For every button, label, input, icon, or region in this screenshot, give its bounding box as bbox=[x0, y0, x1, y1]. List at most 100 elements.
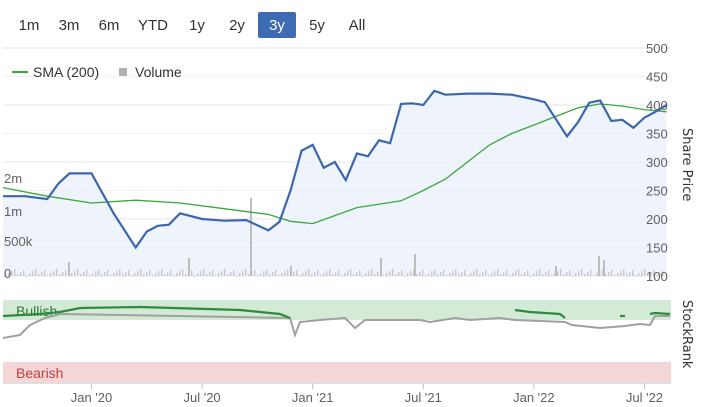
volume-bar bbox=[605, 274, 607, 276]
volume-bar bbox=[188, 258, 190, 276]
volume-bar bbox=[131, 275, 133, 276]
volume-bar bbox=[587, 272, 589, 276]
volume-bar bbox=[338, 270, 340, 276]
volume-bar bbox=[26, 275, 28, 276]
volume-bar bbox=[242, 271, 244, 276]
volume-bar bbox=[317, 270, 319, 276]
volume-bar bbox=[356, 272, 358, 276]
volume-bar bbox=[92, 273, 94, 276]
volume-tick-1m: 1m bbox=[4, 204, 22, 219]
volume-bar bbox=[32, 271, 34, 276]
volume-bar bbox=[323, 273, 325, 276]
volume-bar bbox=[113, 273, 115, 276]
volume-bar bbox=[50, 273, 52, 276]
volume-bar bbox=[161, 269, 163, 276]
volume-bar bbox=[197, 273, 199, 276]
volume-bar bbox=[575, 273, 577, 276]
volume-bar bbox=[260, 273, 262, 276]
volume-bar bbox=[398, 272, 400, 276]
volume-bar bbox=[287, 269, 289, 276]
volume-bar bbox=[425, 275, 427, 276]
volume-bar bbox=[416, 274, 418, 276]
volume-bar bbox=[461, 272, 463, 276]
price-axis-ticks: 100 150 200 250 300 350 400 450 500 bbox=[646, 41, 668, 284]
price-tick-label: 350 bbox=[646, 127, 668, 142]
volume-tick-0: 0 bbox=[4, 266, 11, 281]
volume-bar bbox=[326, 271, 328, 276]
volume-bar bbox=[617, 273, 619, 276]
volume-bar bbox=[485, 270, 487, 276]
volume-bar bbox=[344, 273, 346, 276]
volume-bar bbox=[578, 271, 580, 276]
volume-bar bbox=[467, 275, 469, 276]
volume-bar bbox=[383, 275, 385, 276]
volume-bar bbox=[311, 274, 313, 276]
volume-bar bbox=[566, 272, 568, 276]
price-area bbox=[3, 90, 667, 276]
volume-bar bbox=[95, 271, 97, 276]
volume-bar bbox=[212, 270, 214, 276]
volume-bar bbox=[509, 275, 511, 276]
x-tick-label: Jul '22 bbox=[626, 390, 663, 405]
volume-bar bbox=[224, 269, 226, 276]
volume-bar bbox=[401, 270, 403, 276]
volume-bar bbox=[200, 271, 202, 276]
share-price-axis-label: Share Price bbox=[679, 128, 694, 201]
volume-bar bbox=[530, 275, 532, 276]
volume-bar bbox=[185, 274, 187, 276]
volume-bar bbox=[431, 271, 433, 276]
volume-bar bbox=[281, 273, 283, 276]
volume-bar bbox=[143, 274, 145, 276]
volume-bar bbox=[65, 270, 67, 276]
volume-bar bbox=[446, 275, 448, 276]
volume-bar bbox=[563, 274, 565, 276]
volume-bar bbox=[233, 270, 235, 276]
volume-bar bbox=[38, 274, 40, 276]
volume-bar bbox=[53, 271, 55, 276]
volume-bar bbox=[71, 273, 73, 276]
volume-bar bbox=[182, 269, 184, 276]
volume-bar bbox=[335, 272, 337, 276]
volume-bar bbox=[603, 260, 605, 276]
x-tick-label: Jan '22 bbox=[513, 390, 555, 405]
volume-bar bbox=[521, 274, 523, 276]
volume-bar bbox=[134, 273, 136, 276]
volume-bar bbox=[104, 272, 106, 276]
volume-bar bbox=[560, 269, 562, 276]
volume-bar bbox=[332, 274, 334, 276]
volume-bar bbox=[500, 274, 502, 276]
volume-bar bbox=[101, 274, 103, 276]
volume-bar bbox=[482, 272, 484, 276]
volume-bar bbox=[389, 271, 391, 276]
volume-bar bbox=[68, 262, 70, 276]
volume-tick-2m: 2m bbox=[4, 171, 22, 186]
x-axis-ticks: Jan '20 Jul '20 Jan '21 Jul '21 Jan '22 Jul '… bbox=[71, 383, 663, 405]
volume-bar bbox=[83, 272, 85, 276]
volume-bar bbox=[98, 269, 100, 276]
price-tick-label: 150 bbox=[646, 241, 668, 256]
volume-bar bbox=[548, 270, 550, 276]
volume-bar bbox=[611, 270, 613, 276]
volume-bar bbox=[308, 269, 310, 276]
price-tick-label: 100 bbox=[646, 269, 668, 284]
volume-bar bbox=[470, 273, 472, 276]
volume-bar bbox=[371, 269, 373, 276]
volume-bar bbox=[545, 272, 547, 276]
volume-bar bbox=[476, 269, 478, 276]
volume-bar bbox=[14, 269, 16, 276]
volume-bar bbox=[137, 271, 139, 276]
volume-bar bbox=[359, 270, 361, 276]
volume-bar bbox=[269, 274, 271, 276]
volume-legend-swatch bbox=[119, 68, 127, 76]
price-tick-label: 200 bbox=[646, 212, 668, 227]
volume-bar bbox=[572, 275, 574, 276]
volume-bar bbox=[179, 271, 181, 276]
volume-bar bbox=[512, 273, 514, 276]
volume-bar bbox=[29, 273, 31, 276]
volume-bar bbox=[155, 273, 157, 276]
volume-bar bbox=[479, 274, 481, 276]
x-tick-label: Jan '21 bbox=[292, 390, 334, 405]
volume-bar bbox=[248, 274, 250, 276]
volume-bar bbox=[494, 271, 496, 276]
volume-bar bbox=[230, 272, 232, 276]
